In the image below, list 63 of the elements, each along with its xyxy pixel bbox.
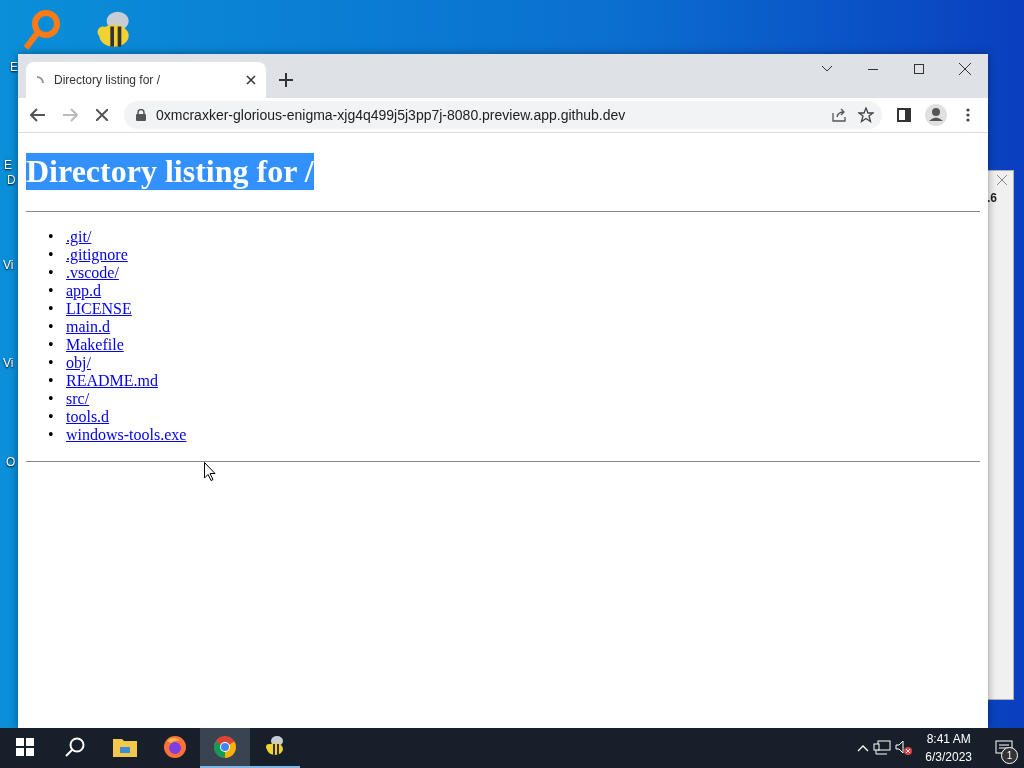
- network-icon[interactable]: [873, 740, 892, 756]
- taskbar-app-button[interactable]: [200, 728, 250, 768]
- version-text: .6: [987, 191, 997, 205]
- back-arrow-icon: [30, 108, 46, 122]
- mouse-cursor-icon: [204, 462, 216, 481]
- browser-tab[interactable]: Directory listing for /: [26, 62, 266, 98]
- file-link[interactable]: .git/: [66, 228, 92, 246]
- share-icon[interactable]: [832, 108, 848, 122]
- bullet: •: [48, 318, 55, 336]
- profile-button[interactable]: [922, 101, 950, 129]
- file-link[interactable]: README.md: [66, 372, 158, 390]
- chevron-down-icon: [821, 65, 833, 73]
- notification-count: 1: [1001, 747, 1018, 764]
- star-icon[interactable]: [858, 107, 874, 123]
- browser-icon: [163, 735, 187, 759]
- page-heading: Directory listing for /: [26, 153, 314, 190]
- notifications-button[interactable]: 1: [984, 728, 1024, 768]
- bullet: •: [48, 336, 55, 354]
- folder-icon: [113, 737, 137, 757]
- minimize-icon: [868, 68, 878, 70]
- side-panel-icon: [897, 108, 911, 122]
- desktop-icon-label[interactable]: E: [10, 60, 18, 74]
- desktop-icon-label[interactable]: O: [6, 455, 16, 469]
- bullet: •: [48, 354, 55, 372]
- file-link[interactable]: app.d: [66, 282, 102, 300]
- maximize-icon: [914, 64, 924, 74]
- avatar-icon: [925, 104, 947, 126]
- file-link[interactable]: obj/: [66, 354, 91, 372]
- file-link[interactable]: src/: [66, 390, 90, 408]
- search-icon: [65, 737, 85, 757]
- desktop-icon-label[interactable]: Vi: [3, 258, 14, 272]
- file-link[interactable]: .gitignore: [66, 246, 128, 264]
- bullet: •: [48, 426, 55, 444]
- bullet: •: [48, 246, 55, 264]
- file-link[interactable]: tools.d: [66, 408, 110, 426]
- clock[interactable]: 8:41 AM 6/3/2023: [917, 730, 980, 766]
- address-bar[interactable]: 0xmcraxker-glorious-enigma-xjg4q499j5j3pp7j-8080.preview.app.github.dev: [124, 101, 882, 129]
- close-icon: [959, 63, 971, 75]
- menu-icon: [966, 108, 970, 122]
- file-link[interactable]: Makefile: [66, 336, 124, 354]
- file-link[interactable]: windows-tools.exe: [66, 426, 187, 444]
- forward-arrow-icon: [62, 108, 78, 122]
- desktop-icon-label[interactable]: Vi: [3, 356, 14, 370]
- bullet: •: [48, 228, 55, 246]
- bullet: •: [48, 408, 55, 426]
- bullet: •: [48, 300, 55, 318]
- file-link[interactable]: LICENSE: [66, 300, 132, 318]
- windows-logo-icon: [16, 738, 34, 756]
- stop-icon: [96, 109, 108, 121]
- desktop-icon-label[interactable]: D: [7, 173, 16, 187]
- file-link[interactable]: .vscode/: [66, 264, 119, 282]
- caret-icon[interactable]: [857, 744, 870, 752]
- plus-icon: [279, 73, 293, 87]
- lock-icon: [136, 109, 146, 121]
- close-icon[interactable]: [246, 75, 256, 85]
- bullet: •: [48, 390, 55, 408]
- desktop-icon-label[interactable]: E: [4, 158, 12, 172]
- bullet: •: [48, 282, 55, 300]
- chrome-icon: [213, 735, 237, 759]
- file-link[interactable]: main.d: [66, 318, 110, 336]
- bullet: •: [48, 264, 55, 282]
- bullet: •: [48, 372, 55, 390]
- muted-speaker-icon[interactable]: [895, 740, 914, 756]
